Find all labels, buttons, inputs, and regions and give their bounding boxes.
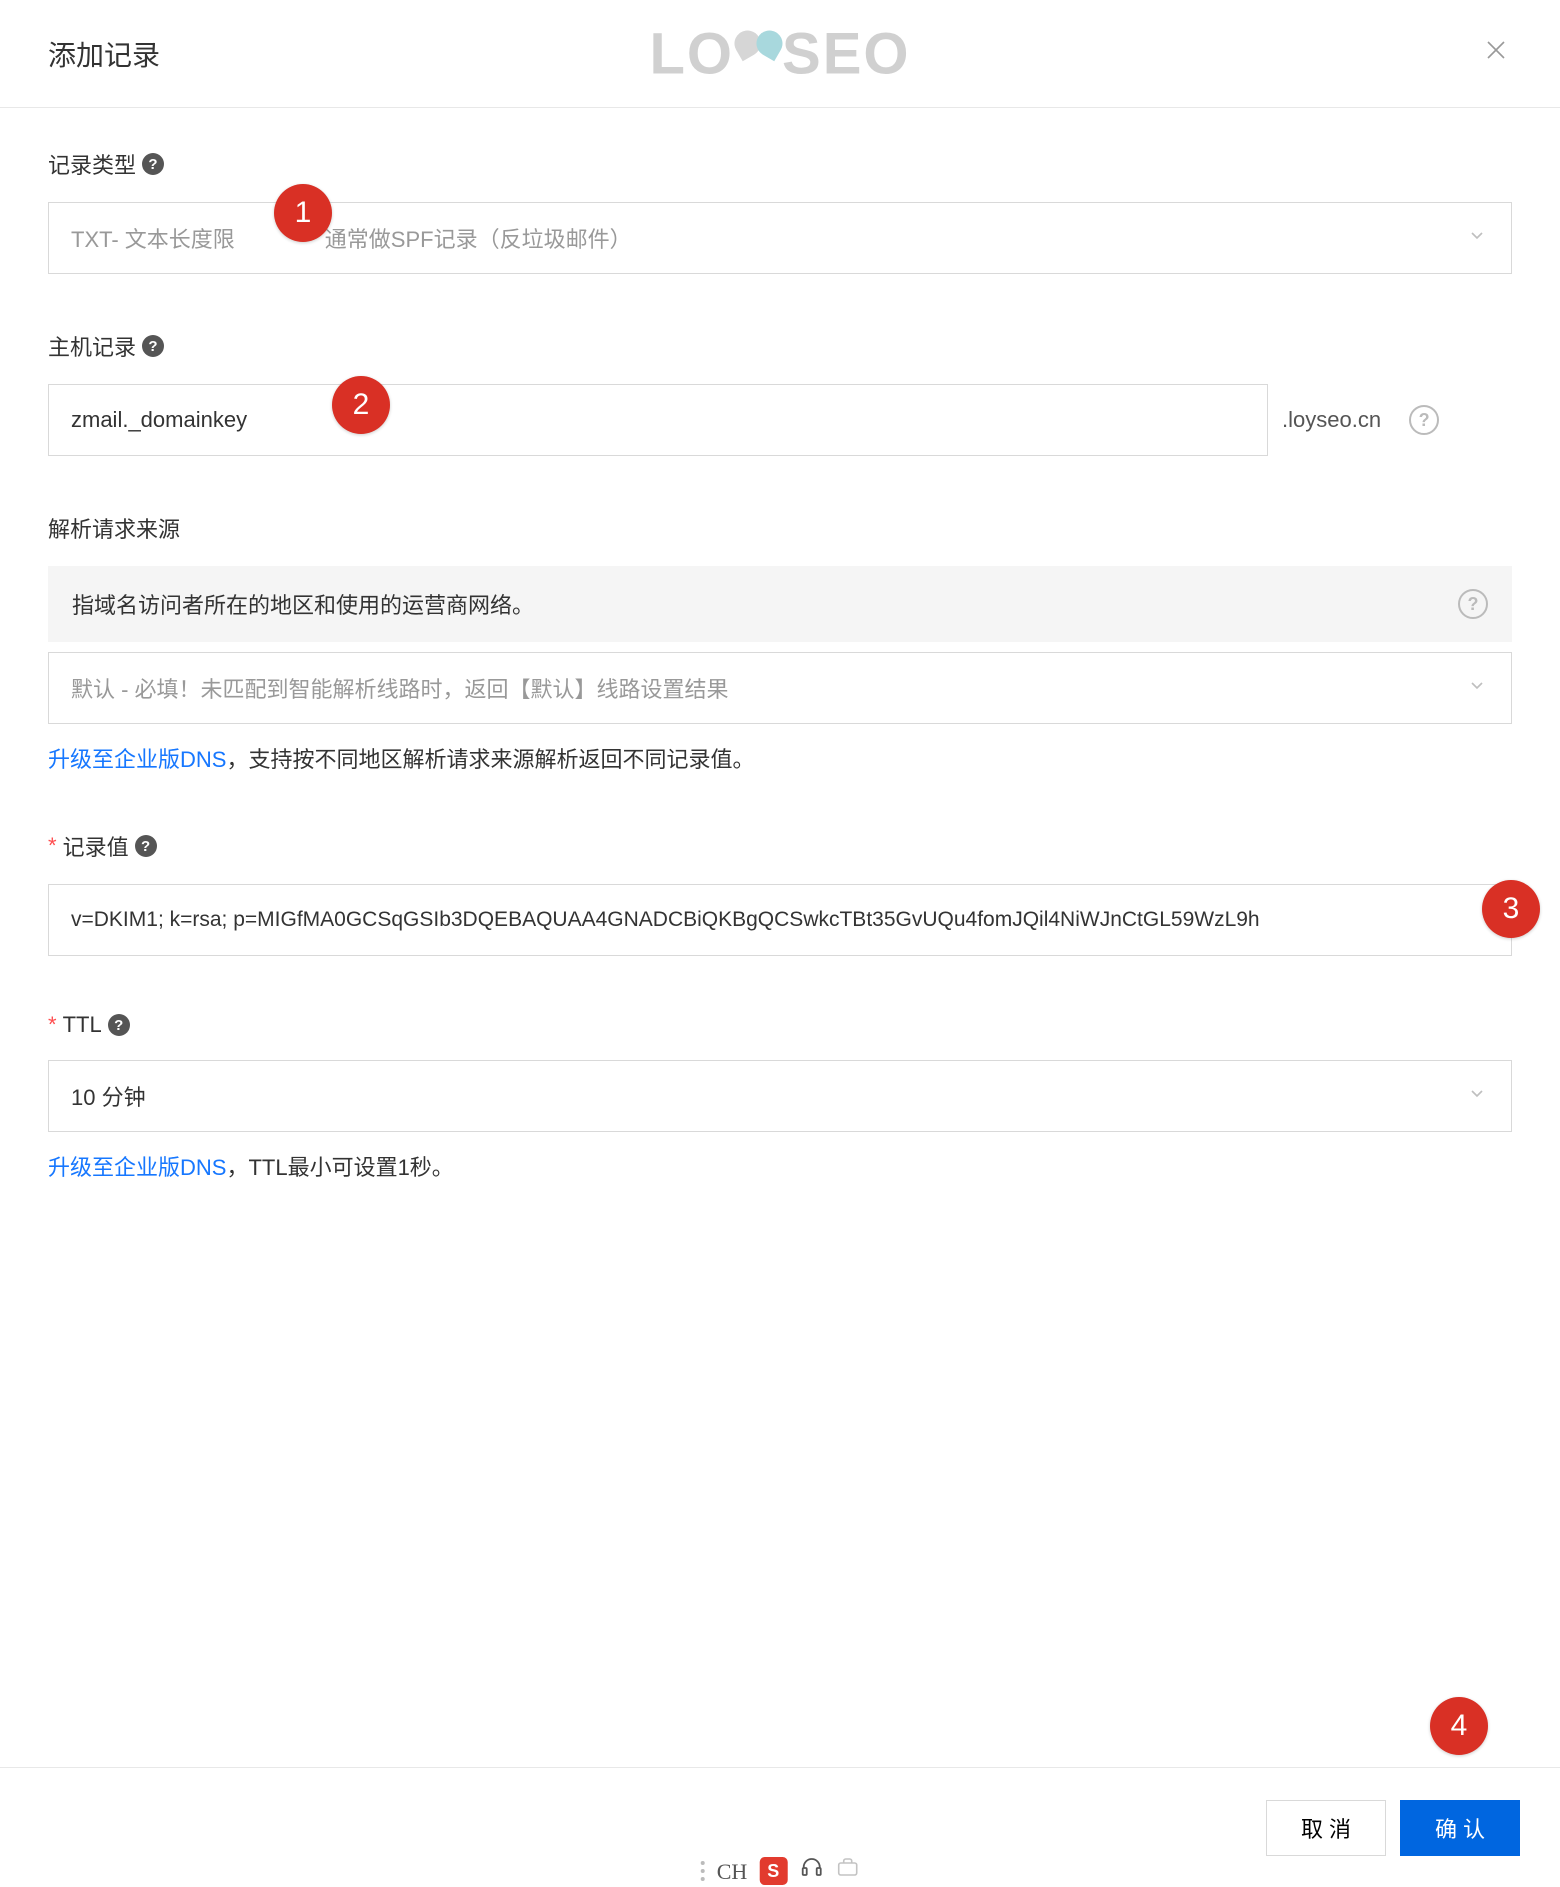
help-icon[interactable]: ? [1409,405,1439,435]
help-icon[interactable]: ? [1458,589,1488,619]
input-host-record[interactable] [48,384,1268,456]
field-record-value: * 记录值 ? 3 [48,830,1512,956]
required-mark: * [48,833,57,859]
resolution-source-hint: 升级至企业版DNS，支持按不同地区解析请求来源解析返回不同记录值。 [48,742,1512,774]
field-ttl: * TTL ? 10 分钟 升级至企业版DNS，TTL最小可设置1秒。 [48,1012,1512,1182]
field-resolution-source: 解析请求来源 指域名访问者所在的地区和使用的运营商网络。 ? 默认 - 必填！未… [48,512,1512,774]
help-icon[interactable]: ? [142,335,164,357]
ime-lang[interactable]: CH [717,1859,748,1885]
resolution-source-info: 指域名访问者所在的地区和使用的运营商网络。 ? [48,566,1512,642]
label-resolution-source: 解析请求来源 [48,512,180,544]
logo-watermark: LO SEO [649,20,910,87]
ime-status-bar: CH S [701,1855,860,1887]
help-icon[interactable]: ? [142,153,164,175]
chevron-down-icon [1467,676,1487,701]
close-icon[interactable] [1480,38,1512,70]
cancel-button[interactable]: 取消 [1266,1800,1386,1856]
confirm-button[interactable]: 确认 [1400,1800,1520,1856]
ttl-hint: 升级至企业版DNS，TTL最小可设置1秒。 [48,1150,1512,1182]
headset-icon[interactable] [799,1855,823,1885]
help-icon[interactable]: ? [108,1014,130,1036]
label-host-record: 主机记录 [48,330,136,362]
chevron-down-icon [1467,1084,1487,1109]
logo-y-icon [734,25,782,83]
field-host-record: 主机记录 ? .loyseo.cn ? 2 [48,330,1512,456]
required-mark: * [48,1012,57,1038]
domain-suffix: .loyseo.cn [1282,407,1381,433]
upgrade-dns-link[interactable]: 升级至企业版DNS [48,747,226,772]
upgrade-dns-link[interactable]: 升级至企业版DNS [48,1155,226,1180]
input-record-value[interactable] [48,884,1512,956]
select-record-type[interactable]: TXT- 文本长度限 通常做SPF记录（反垃圾邮件） [48,202,1512,274]
annotation-badge-1: 1 [274,184,332,242]
annotation-badge-2: 2 [332,376,390,434]
field-record-type: 记录类型 ? TXT- 文本长度限 通常做SPF记录（反垃圾邮件） 1 [48,148,1512,274]
modal-body: 记录类型 ? TXT- 文本长度限 通常做SPF记录（反垃圾邮件） 1 主机记录… [0,108,1560,1182]
select-ttl[interactable]: 10 分钟 [48,1060,1512,1132]
modal-header: 添加记录 LO SEO [0,0,1560,108]
select-value-suffix: 通常做SPF记录（反垃圾邮件） [325,222,632,254]
select-resolution-source[interactable]: 默认 - 必填！未匹配到智能解析线路时，返回【默认】线路设置结果 [48,652,1512,724]
annotation-badge-3: 3 [1482,880,1540,938]
toolbox-icon[interactable] [835,1855,859,1885]
label-record-value: 记录值 [63,830,129,862]
label-record-type: 记录类型 [48,148,136,180]
drag-handle-icon[interactable] [701,1861,705,1885]
help-icon[interactable]: ? [135,835,157,857]
select-value-prefix: TXT- 文本长度限 [71,222,235,254]
modal-title: 添加记录 [48,34,160,74]
ime-input-method-icon[interactable]: S [759,1857,787,1885]
label-ttl: TTL [63,1012,102,1038]
annotation-badge-4: 4 [1430,1697,1488,1755]
chevron-down-icon [1467,226,1487,251]
